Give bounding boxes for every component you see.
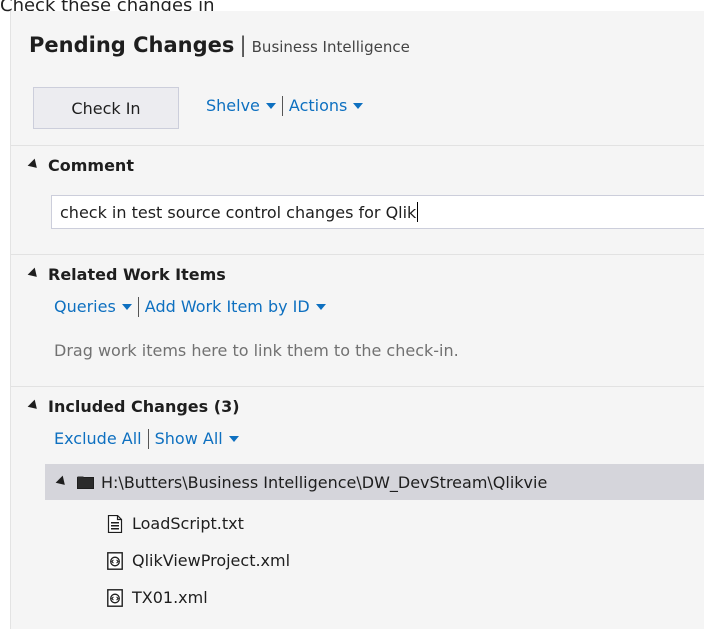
page-subtitle: Business Intelligence: [251, 38, 410, 56]
included-changes-section-toggle[interactable]: Included Changes (3): [27, 397, 240, 416]
folder-icon: [77, 476, 94, 489]
chevron-down-icon: [121, 303, 132, 310]
file-row-qlikviewproject[interactable]: QlikViewProject.xml: [107, 551, 290, 570]
section-divider: [11, 254, 704, 255]
folder-path: H:\Butters\Business Intelligence\DW_DevS…: [101, 472, 548, 492]
work-items-links: Queries Add Work Item by ID: [54, 296, 326, 318]
chevron-down-icon: [315, 303, 326, 310]
text-cursor: [417, 202, 419, 222]
comment-text: check in test source control changes for…: [60, 202, 417, 222]
file-name: LoadScript.txt: [132, 514, 244, 533]
file-row-tx01[interactable]: TX01.xml: [107, 588, 208, 607]
toolbar-links: Shelve Actions: [206, 95, 364, 117]
shelve-label: Shelve: [206, 96, 260, 115]
actions-label: Actions: [288, 96, 348, 115]
xml-file-icon: [107, 588, 123, 607]
work-items-hint: Drag work items here to link them to the…: [54, 341, 459, 360]
included-changes-links: Exclude All Show All: [54, 428, 239, 450]
section-divider: [11, 386, 704, 387]
chevron-down-icon: [353, 102, 364, 109]
work-items-heading: Related Work Items: [48, 265, 226, 284]
folder-tree-row[interactable]: H:\Butters\Business Intelligence\DW_DevS…: [45, 464, 704, 500]
expanded-triangle-icon: [27, 158, 41, 172]
file-name: TX01.xml: [132, 588, 208, 607]
exclude-all-link[interactable]: Exclude All: [54, 429, 142, 448]
work-items-section-toggle[interactable]: Related Work Items: [27, 265, 226, 284]
chevron-down-icon: [265, 102, 276, 109]
file-name: QlikViewProject.xml: [132, 551, 291, 570]
expanded-triangle-icon: [27, 267, 41, 281]
panel-header: Pending Changes | Business Intelligence: [29, 33, 410, 57]
link-separator: [147, 428, 149, 449]
title-separator: |: [239, 33, 247, 57]
file-row-loadscript[interactable]: LoadScript.txt: [107, 514, 244, 533]
show-all-label: Show All: [154, 429, 223, 448]
comment-input[interactable]: check in test source control changes for…: [51, 195, 704, 229]
chevron-down-icon: [228, 435, 239, 442]
comment-section-toggle[interactable]: Comment: [27, 156, 134, 175]
comment-heading: Comment: [48, 156, 134, 175]
check-in-button[interactable]: Check In: [33, 87, 179, 129]
section-divider: [11, 145, 704, 146]
link-separator: [281, 95, 283, 116]
expanded-triangle-icon[interactable]: [55, 475, 69, 489]
show-all-link[interactable]: Show All: [155, 429, 239, 448]
text-file-icon: [107, 514, 123, 533]
link-separator: [137, 296, 139, 317]
add-work-item-link[interactable]: Add Work Item by ID: [145, 297, 326, 316]
add-work-item-label: Add Work Item by ID: [144, 297, 310, 316]
page-title: Pending Changes: [29, 33, 235, 57]
xml-file-icon: [107, 551, 123, 570]
shelve-link[interactable]: Shelve: [206, 96, 276, 115]
queries-link[interactable]: Queries: [54, 297, 132, 316]
included-changes-heading: Included Changes (3): [48, 397, 240, 416]
pending-changes-panel: Pending Changes | Business Intelligence …: [10, 11, 704, 629]
expanded-triangle-icon: [27, 399, 41, 413]
queries-label: Queries: [54, 297, 116, 316]
actions-link[interactable]: Actions: [288, 96, 364, 115]
